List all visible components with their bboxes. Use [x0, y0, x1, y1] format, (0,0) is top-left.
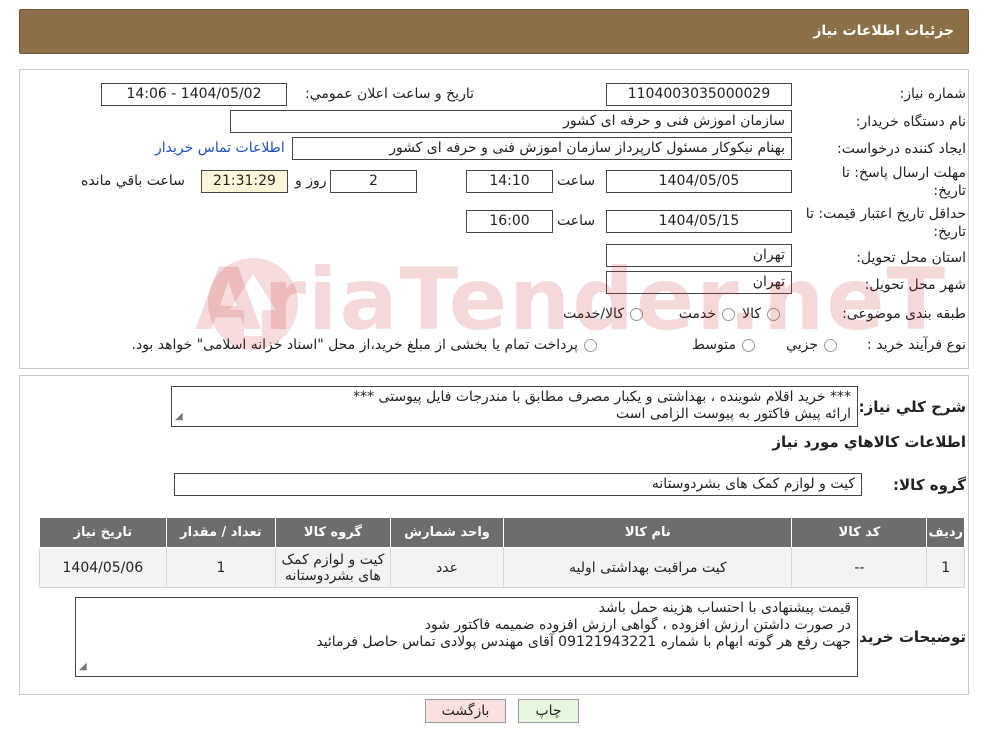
deadline-time-field: 14:10 [466, 170, 553, 193]
back-button[interactable]: بازگشت [425, 699, 506, 723]
cell-unit: عدد [389, 547, 505, 588]
process-type-label: نوع فرآيند خريد : [867, 337, 966, 353]
resize-handle-icon[interactable]: ◢ [79, 658, 87, 675]
resize-handle-icon[interactable]: ◢ [175, 408, 183, 425]
need-number-field: 1104003035000029 [606, 83, 792, 106]
col-header-group: گروه کالا [275, 517, 391, 548]
radio-icon[interactable] [630, 307, 643, 321]
radio-icon[interactable] [742, 338, 755, 352]
col-header-row-number: رديف [926, 517, 965, 548]
creator-label: ايجاد کننده درخواست: [837, 141, 966, 157]
print-button[interactable]: چاپ [518, 699, 579, 723]
summary-label: شرح کلي نياز: [858, 398, 966, 416]
category-label: طبقه بندی موضوعی: [842, 306, 966, 322]
city-field: تهران [606, 271, 792, 294]
radio-icon[interactable] [584, 338, 597, 352]
price-validity-label: حداقل تاريخ اعتبار قيمت: تا [805, 206, 966, 222]
cell-item-code: -- [791, 547, 928, 588]
category-option-goods[interactable]: کالا [742, 306, 780, 322]
process-option-treasury[interactable]: پرداخت تمام یا بخشی از مبلغ خرید،از محل … [132, 337, 597, 353]
deadline-date-field: 1404/05/05 [606, 170, 792, 193]
days-label: روز و [295, 173, 327, 189]
goods-group-label: گروه کالا: [893, 476, 966, 494]
city-label: شهر محل تحويل: [864, 277, 966, 293]
price-validity-date-field: 1404/05/15 [606, 210, 792, 233]
deadline-label: مهلت ارسال پاسخ: تا [841, 165, 966, 181]
cell-quantity: 1 [165, 547, 277, 588]
category-option-service[interactable]: خدمت [679, 306, 735, 322]
goods-info-title: اطلاعات کالاهاي مورد نياز [772, 433, 966, 451]
col-header-quantity: تعداد / مقدار [165, 517, 277, 548]
summary-line-2: ارائه پیش فاکتور به پیوست الزامی است [616, 406, 851, 422]
deadline-label-date: تاريخ: [933, 183, 966, 199]
radio-icon[interactable] [722, 307, 735, 321]
page-title: جزئيات اطلاعات نياز [813, 23, 954, 39]
buyer-notes-textarea[interactable]: قیمت پیشنهادی با احتساب هزینه حمل باشد د… [75, 597, 858, 677]
buyer-notes-line-3: جهت رفع هر گونه ابهام با شماره 091219432… [316, 634, 851, 650]
page-header: جزئيات اطلاعات نياز [19, 9, 969, 54]
remaining-time-field: 21:31:29 [201, 170, 288, 193]
table-row: 1 -- کیت مراقبت بهداشتی اولیه عدد کیت و … [39, 547, 965, 588]
announce-label: تاريخ و ساعت اعلان عمومي: [305, 86, 474, 102]
col-header-unit: واحد شمارش [389, 517, 505, 548]
province-field: تهران [606, 244, 792, 267]
radio-icon[interactable] [767, 307, 780, 321]
need-number-label: شماره نياز: [899, 86, 967, 102]
buyer-notes-label: توضيحات خريدار: [839, 628, 966, 646]
cell-need-date: 1404/05/06 [39, 547, 167, 588]
process-option-minor[interactable]: جزيي [786, 337, 837, 353]
remaining-label: ساعت باقي مانده [81, 173, 185, 189]
process-option-medium[interactable]: متوسط [692, 337, 755, 353]
cell-item-name: کیت مراقبت بهداشتی اولیه [503, 547, 793, 588]
days-remaining-field: 2 [330, 170, 417, 193]
category-option-goods-service[interactable]: کالا/خدمت [563, 306, 643, 322]
creator-field: بهنام نیکوکار مسئول کارپرداز سازمان اموز… [292, 137, 792, 160]
col-header-item-code: کد کالا [791, 517, 928, 548]
price-validity-label-date: تاريخ: [933, 224, 966, 240]
goods-group-field: کیت و لوازم کمک های بشردوستانه [174, 473, 862, 496]
col-header-need-date: تاريخ نياز [39, 517, 167, 548]
announce-datetime-field: 1404/05/02 - 14:06 [101, 83, 287, 106]
price-validity-time-field: 16:00 [466, 210, 553, 233]
summary-line-1: *** خرید اقلام شوینده ، بهداشتی و یکبار … [353, 389, 851, 405]
table-header-row: رديف کد کالا نام کالا واحد شمارش گروه کا… [39, 517, 965, 548]
buyer-notes-line-2: در صورت داشتن ارزش افزوده ، گواهی ارزش ا… [424, 617, 851, 633]
province-label: استان محل تحويل: [856, 250, 966, 266]
price-validity-time-label: ساعت [557, 213, 596, 229]
buyer-org-label: نام دستگاه خريدار: [855, 114, 966, 130]
radio-icon[interactable] [824, 338, 837, 352]
cell-group: کیت و لوازم کمک های بشردوستانه [275, 547, 391, 588]
col-header-item-name: نام کالا [503, 517, 793, 548]
buyer-contact-link[interactable]: اطلاعات تماس خريدار [155, 140, 285, 156]
cell-row-number: 1 [926, 547, 965, 588]
buyer-org-field: سازمان اموزش فنی و حرفه ای کشور [230, 110, 792, 133]
deadline-time-label: ساعت [557, 173, 596, 189]
goods-table: رديف کد کالا نام کالا واحد شمارش گروه کا… [39, 517, 965, 588]
buyer-notes-line-1: قیمت پیشنهادی با احتساب هزینه حمل باشد [598, 600, 851, 616]
summary-textarea[interactable]: *** خرید اقلام شوینده ، بهداشتی و یکبار … [171, 386, 858, 427]
